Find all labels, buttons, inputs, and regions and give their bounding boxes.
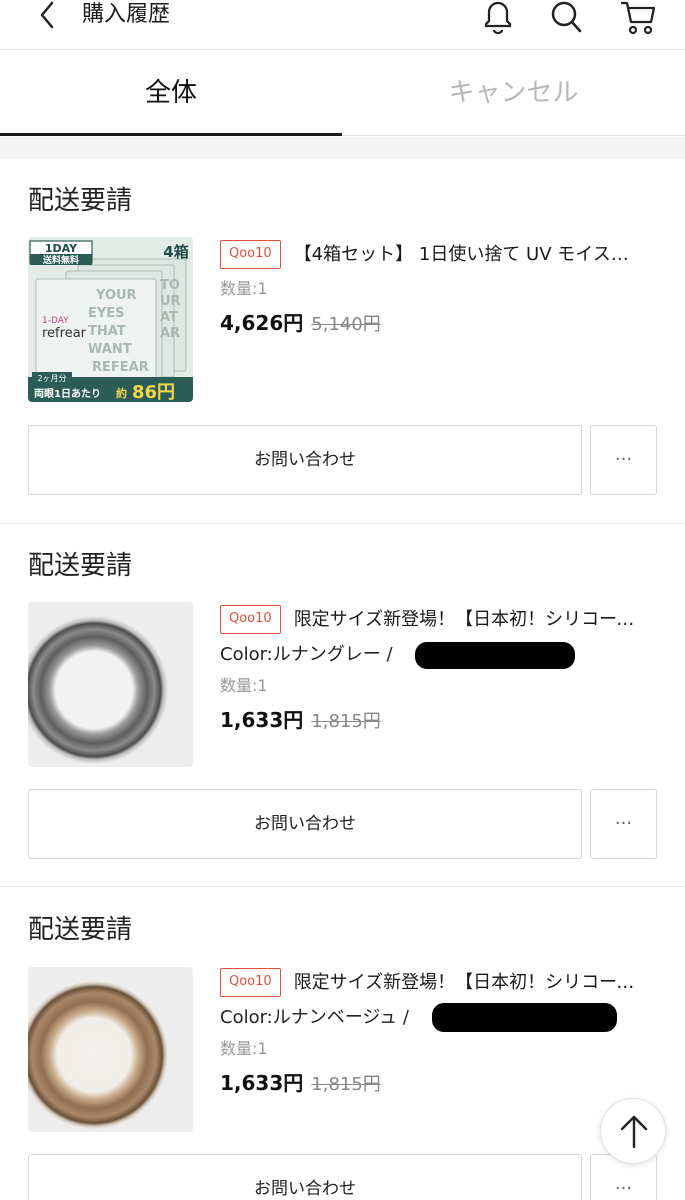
chevron-left-icon (40, 1, 54, 29)
product-option: Color:ルナングレー / (220, 640, 660, 670)
cart-icon (621, 1, 656, 35)
order-status: 配送要請 (28, 186, 133, 216)
quantity: 数量:1 (220, 676, 268, 695)
option-text: Color:ルナンベージュ / (220, 1007, 409, 1028)
product-image[interactable]: TO UR AT AR YOUR EYES THAT WANT REFEAR 1… (28, 237, 193, 402)
scroll-to-top-button[interactable] (600, 1098, 666, 1164)
bottom-yaku: 約 (116, 386, 127, 400)
search-icon (551, 1, 582, 33)
svg-text:AR: AR (160, 326, 180, 341)
active-tab-indicator (0, 133, 342, 136)
product-title[interactable]: 限定サイズ新登場！【日本初！シリコーンハイドロゲル】 (294, 967, 639, 999)
label-1day: 1DAY (45, 242, 78, 255)
svg-text:YOUR: YOUR (95, 288, 137, 303)
bell-icon (484, 1, 512, 35)
inquiry-button[interactable]: お問い合わせ (28, 789, 582, 859)
product-info: Qoo10 限定サイズ新登場！【日本初！シリコーンハイドロゲル】 Color:ルナ… (220, 604, 660, 733)
arrow-up-icon (620, 1115, 648, 1149)
app-header: 購入履歴 (0, 0, 685, 50)
purchase-history-screen: 購入履歴 全体 キャンセル 配送要請 TO UR AT AR YOUR EYES… (0, 0, 685, 1200)
more-options-button[interactable]: ··· (590, 425, 657, 495)
section-divider (0, 137, 685, 159)
shop-badge: Qoo10 (220, 240, 281, 269)
sale-price: 1,633円 (220, 1071, 304, 1095)
order-card: 配送要請 TO UR AT AR YOUR EYES THAT WANT REF… (0, 159, 685, 523)
svg-text:THAT: THAT (88, 324, 126, 339)
contact-lens-image (28, 967, 193, 1132)
tab-all[interactable]: 全体 (0, 51, 342, 136)
tab-cancel[interactable]: キャンセル (342, 51, 685, 136)
product-info: Qoo10 限定サイズ新登場！【日本初！シリコーンハイドロゲル】 Color:ルナ… (220, 967, 660, 1096)
original-price: 5,140円 (311, 314, 381, 335)
redaction-mark (432, 1003, 617, 1032)
product-title[interactable]: 限定サイズ新登場！【日本初！シリコーンハイドロゲル】 (294, 604, 639, 636)
order-tabs: 全体 キャンセル (0, 51, 685, 136)
contact-lens-image (28, 602, 193, 767)
notification-button[interactable] (478, 0, 518, 36)
option-text: Color:ルナングレー / (220, 644, 393, 665)
bottom-price: 86円 (132, 382, 175, 402)
svg-text:EYES: EYES (88, 306, 125, 321)
order-card: 配送要請 Qoo10 限定サイズ新登場！【日本初！シリコーン Color:ルナン… (0, 887, 685, 1200)
inquiry-button[interactable]: お問い合わせ (28, 1154, 582, 1200)
shop-badge: Qoo10 (220, 605, 281, 634)
order-status: 配送要請 (28, 551, 133, 581)
order-status: 配送要請 (28, 915, 133, 945)
inquiry-button[interactable]: お問い合わせ (28, 425, 582, 495)
bottom-text: 両眼1日あたり (34, 387, 101, 400)
bottom-small: 2ヶ月分 (37, 374, 66, 383)
svg-text:WANT: WANT (88, 342, 132, 357)
order-card: 配送要請 Qoo10 限定サイズ新登場！【日本初！シリコーン Color:ルナン… (0, 524, 685, 886)
back-button[interactable] (34, 0, 64, 32)
brand-name: refrear (42, 326, 87, 341)
product-title[interactable]: 【4箱セット】 1日使い捨て UV モイスチャー (294, 239, 639, 271)
page-title: 購入履歴 (82, 2, 171, 27)
svg-text:REFEAR: REFEAR (92, 360, 149, 375)
more-options-button[interactable]: ··· (590, 789, 657, 859)
svg-text:TO: TO (160, 278, 180, 293)
sale-price: 1,633円 (220, 708, 304, 732)
product-option: Color:ルナンベージュ / (220, 1003, 660, 1033)
quantity: 数量:1 (220, 1039, 268, 1058)
brand-top: 1-DAY (42, 316, 69, 326)
original-price: 1,815円 (311, 711, 381, 732)
sale-price: 4,626円 (220, 311, 304, 335)
original-price: 1,815円 (311, 1074, 381, 1095)
product-box-image: TO UR AT AR YOUR EYES THAT WANT REFEAR 1… (28, 237, 193, 402)
product-image[interactable] (28, 967, 193, 1132)
product-image[interactable] (28, 602, 193, 767)
quantity: 数量:1 (220, 279, 268, 298)
search-button[interactable] (546, 0, 586, 36)
svg-text:AT: AT (160, 310, 178, 325)
redaction-mark (415, 642, 575, 669)
cart-button[interactable] (618, 0, 658, 36)
shop-badge: Qoo10 (220, 968, 281, 997)
label-4-boxes: 4箱 (163, 243, 188, 261)
svg-text:UR: UR (160, 294, 181, 309)
label-free-shipping: 送料無料 (42, 254, 79, 266)
product-info: Qoo10 【4箱セット】 1日使い捨て UV モイスチャー 数量:1 4,626… (220, 239, 660, 336)
